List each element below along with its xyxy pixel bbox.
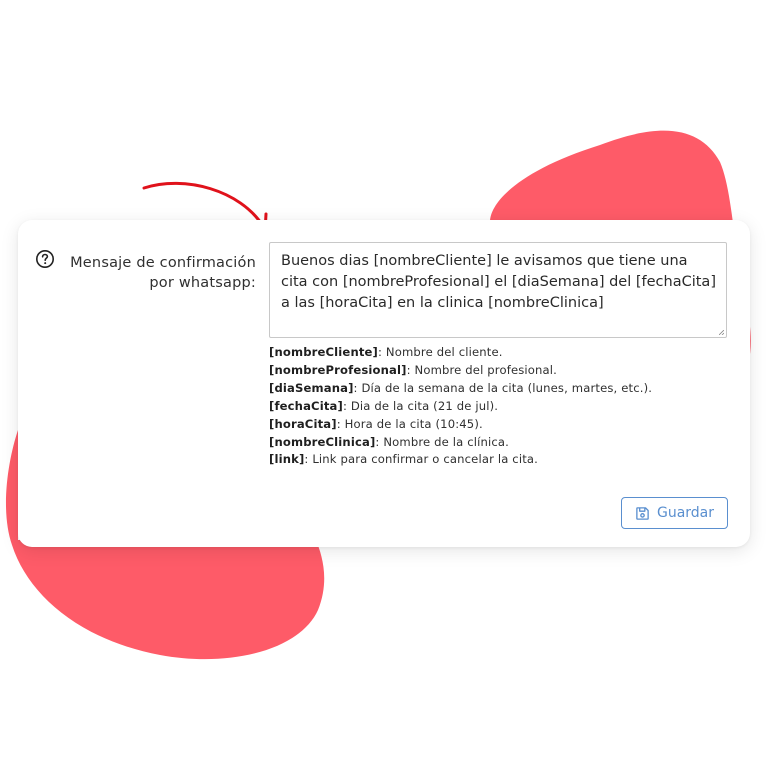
legend-key: [diaSemana] bbox=[269, 380, 354, 395]
legend-desc: : Nombre del profesional. bbox=[406, 362, 557, 377]
floppy-disk-icon bbox=[636, 506, 649, 520]
resize-handle-icon[interactable] bbox=[719, 330, 724, 335]
legend-desc: : Hora de la cita (10:45). bbox=[336, 416, 483, 431]
legend-key: [horaCita] bbox=[269, 416, 337, 431]
legend-item: [nombreProfesional]: Nombre del profesio… bbox=[269, 362, 729, 380]
placeholder-legend: [nombreCliente]: Nombre del cliente. [no… bbox=[269, 344, 729, 469]
textarea-content: Buenos dias [nombreCliente] le avisamos … bbox=[281, 251, 716, 337]
legend-item: [nombreClinica]: Nombre de la clínica. bbox=[269, 434, 729, 452]
legend-item: [link]: Link para confirmar o cancelar l… bbox=[269, 451, 729, 469]
legend-item: [fechaCita]: Dia de la cita (21 de jul). bbox=[269, 398, 729, 416]
legend-desc: : Nombre de la clínica. bbox=[375, 434, 509, 449]
legend-key: [link] bbox=[269, 452, 305, 467]
message-textarea[interactable]: Buenos dias [nombreCliente] le avisamos … bbox=[269, 242, 727, 338]
settings-card: Mensaje de confirmación por whatsapp: Bu… bbox=[18, 220, 750, 547]
legend-key: [nombreProfesional] bbox=[269, 362, 407, 377]
field-label: Mensaje de confirmación por whatsapp: bbox=[70, 255, 256, 291]
save-button[interactable]: Guardar bbox=[621, 497, 728, 529]
legend-key: [nombreClinica] bbox=[269, 434, 376, 449]
legend-key: [fechaCita] bbox=[269, 398, 343, 413]
legend-desc: : Nombre del cliente. bbox=[378, 345, 503, 359]
stage: Mensaje de confirmación por whatsapp: Bu… bbox=[0, 0, 768, 768]
question-circle-icon[interactable] bbox=[35, 249, 55, 269]
textarea-value[interactable]: Buenos dias [nombreCliente] le avisamos … bbox=[281, 251, 716, 314]
save-button-label: Guardar bbox=[656, 505, 715, 521]
legend-key: [nombreCliente] bbox=[269, 345, 379, 359]
legend-desc: : Link para confirmar o cancelar la cita… bbox=[304, 452, 538, 467]
legend-desc: : Dia de la cita (21 de jul). bbox=[342, 398, 499, 413]
legend-item: [horaCita]: Hora de la cita (10:45). bbox=[269, 416, 729, 434]
legend-item: [diaSemana]: Día de la semana de la cita… bbox=[269, 380, 729, 398]
legend-desc: : Día de la semana de la cita (lunes, ma… bbox=[353, 380, 653, 395]
legend-item: [nombreCliente]: Nombre del cliente. bbox=[269, 344, 729, 362]
